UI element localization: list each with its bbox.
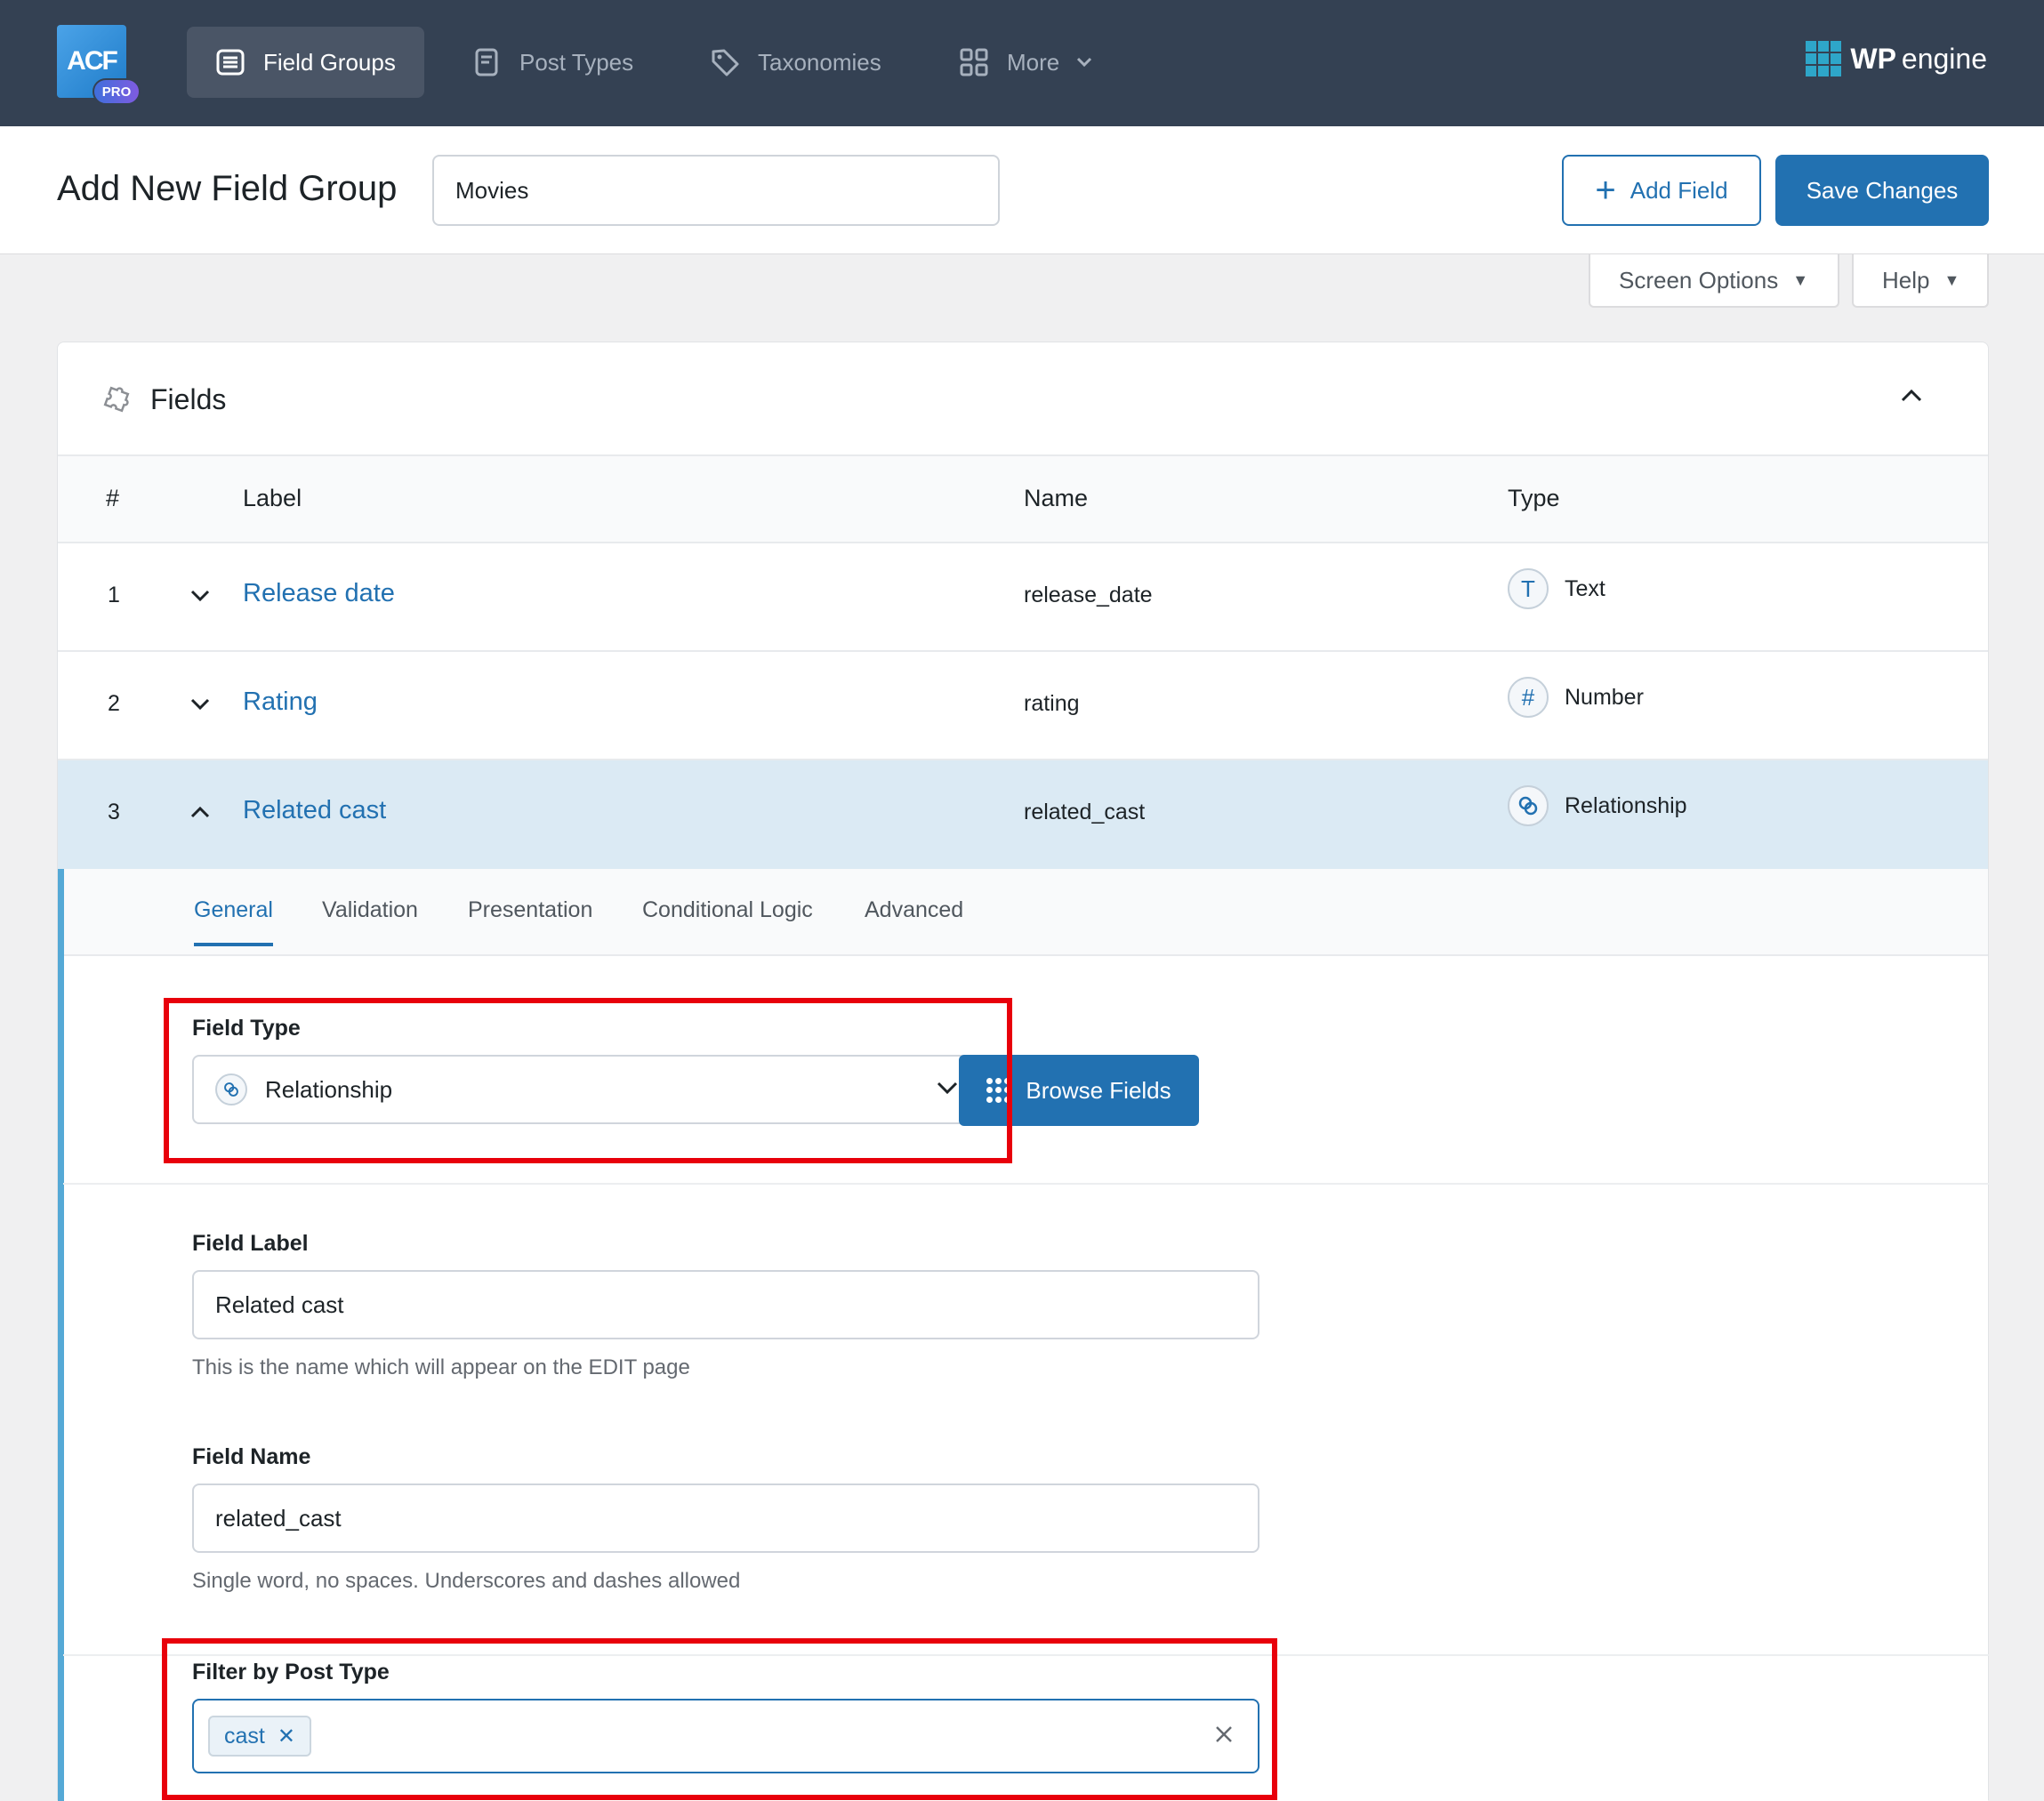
add-field-button[interactable]: + Add Field [1562,155,1761,226]
screen-options-label: Screen Options [1619,266,1779,293]
document-icon [471,47,502,77]
field-group-title-input[interactable]: Movies [432,155,1000,226]
field-label-link[interactable]: Related cast [243,796,386,825]
wp-engine-text: engine [1901,42,1987,75]
divider [63,1183,1989,1185]
settings-tabs: General Validation Presentation Conditio… [64,869,1988,956]
number-type-icon: # [1508,677,1549,718]
page-title: Add New Field Group [57,169,398,208]
chevron-down-icon[interactable] [188,583,213,607]
column-label: Label [243,485,302,511]
help-button[interactable]: Help ▼ [1852,254,1989,308]
tag-icon [710,47,740,77]
field-label-link[interactable]: Rating [243,687,318,717]
column-number: # [106,485,120,511]
list-icon [215,47,245,77]
field-name: related_cast [1024,800,1146,824]
row-number: 2 [108,691,120,716]
field-name-label: Field Name [192,1444,311,1469]
chevron-up-icon[interactable] [1899,383,1924,408]
annotation-highlight-box [162,1638,1277,1800]
wp-engine-grid-icon [1806,41,1842,76]
triangle-down-icon: ▼ [1792,270,1809,289]
column-name: Name [1024,485,1089,511]
field-type-label: Number [1565,684,1644,710]
save-changes-button[interactable]: Save Changes [1775,155,1989,226]
grid-icon [959,47,989,77]
tab-validation[interactable]: Validation [322,897,418,943]
text-type-icon: T [1508,568,1549,609]
annotation-highlight-box [164,998,1012,1163]
help-label: Help [1882,266,1930,293]
column-type: Type [1508,485,1560,511]
relationship-type-icon [1508,785,1549,826]
add-field-label: Add Field [1630,176,1728,204]
triangle-down-icon: ▼ [1943,270,1960,289]
tab-general[interactable]: General [194,897,273,946]
nav-more[interactable]: More [930,27,1122,98]
page-header: Add New Field Group Movies + Add Field S… [0,126,2044,254]
field-label-link[interactable]: Release date [243,579,395,608]
field-name: rating [1024,691,1080,716]
field-name-input[interactable]: related_cast [192,1483,1259,1553]
field-type-label: Text [1565,575,1605,601]
nav-post-types[interactable]: Post Types [443,27,662,98]
row-number: 1 [108,583,120,607]
table-row[interactable]: 2 Rating rating # Number [58,652,1988,760]
tab-presentation[interactable]: Presentation [468,897,592,943]
fields-panel-title: Fields [150,383,227,415]
field-label-label: Field Label [192,1231,309,1256]
field-type-label: Relationship [1565,792,1687,818]
fields-panel-header[interactable]: Fields [58,342,1988,456]
top-navigation: ACF PRO Field Groups Post Types Taxonomi… [0,0,2044,126]
field-name: release_date [1024,583,1153,607]
nav-taxonomies[interactable]: Taxonomies [681,27,910,98]
table-row-open[interactable]: 3 Related cast related_cast Relationship [58,760,1988,869]
field-label-input[interactable]: Related cast [192,1270,1259,1339]
tab-advanced[interactable]: Advanced [865,897,963,943]
pro-badge: PRO [93,78,141,105]
field-label-help: This is the name which will appear on th… [192,1355,690,1379]
row-number: 3 [108,800,120,824]
wp-engine-logo[interactable]: WP engine [1806,41,1987,76]
acf-logo[interactable]: ACF PRO [57,25,142,109]
nav-label: Post Types [519,48,634,76]
screen-options-button[interactable]: Screen Options ▼ [1589,254,1839,308]
field-name-help: Single word, no spaces. Underscores and … [192,1569,741,1593]
puzzle-icon [101,383,133,415]
nav-field-groups[interactable]: Field Groups [187,27,424,98]
nav-label: Field Groups [263,48,396,76]
table-row[interactable]: 1 Release date release_date T Text [58,543,1988,652]
field-type: Relationship [1508,785,1687,826]
nav-label: Taxonomies [758,48,881,76]
chevron-down-icon[interactable] [188,691,213,716]
plus-icon: + [1595,171,1616,210]
wp-engine-bold: WP [1850,42,1896,75]
field-type: # Number [1508,677,1644,718]
nav-label: More [1007,48,1060,76]
browse-fields-label: Browse Fields [1026,1076,1171,1104]
chevron-down-icon [1075,56,1093,68]
field-type: T Text [1508,568,1605,609]
fields-table-header: # Label Name Type [58,456,1988,543]
tab-conditional-logic[interactable]: Conditional Logic [642,897,813,943]
chevron-up-icon[interactable] [188,800,213,824]
